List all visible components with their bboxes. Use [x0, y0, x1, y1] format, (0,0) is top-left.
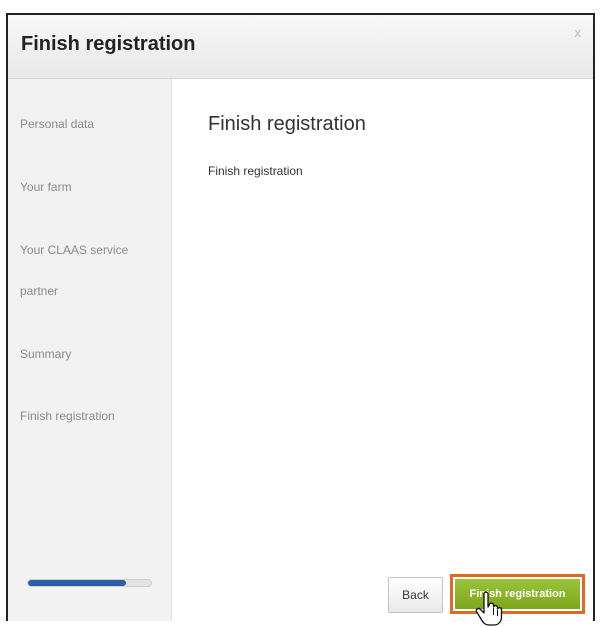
page-title: Finish registration [208, 113, 366, 135]
sidebar-step-service-partner-cont[interactable]: partner [20, 284, 58, 298]
progress-bar [27, 579, 152, 587]
dialog-header: Finish registration x [8, 15, 593, 79]
sidebar-step-service-partner[interactable]: Your CLAAS service [20, 243, 128, 257]
dialog-title: Finish registration [21, 33, 196, 55]
finish-registration-button[interactable]: Finish registration [455, 579, 580, 609]
sidebar-step-finish-registration[interactable]: Finish registration [20, 409, 115, 423]
sidebar-step-your-farm[interactable]: Your farm [20, 180, 72, 194]
registration-dialog: Finish registration x Personal data Your… [6, 13, 595, 621]
sidebar-step-summary[interactable]: Summary [20, 347, 71, 361]
close-icon[interactable]: x [575, 25, 582, 40]
page-description: Finish registration [208, 164, 303, 178]
progress-fill [28, 580, 127, 586]
sidebar-step-personal-data[interactable]: Personal data [20, 117, 94, 131]
back-button[interactable]: Back [388, 577, 443, 613]
finish-button-highlight: Finish registration [450, 574, 585, 614]
main-content: Finish registration Finish registration … [172, 79, 593, 621]
steps-sidebar: Personal data Your farm Your CLAAS servi… [8, 79, 172, 621]
